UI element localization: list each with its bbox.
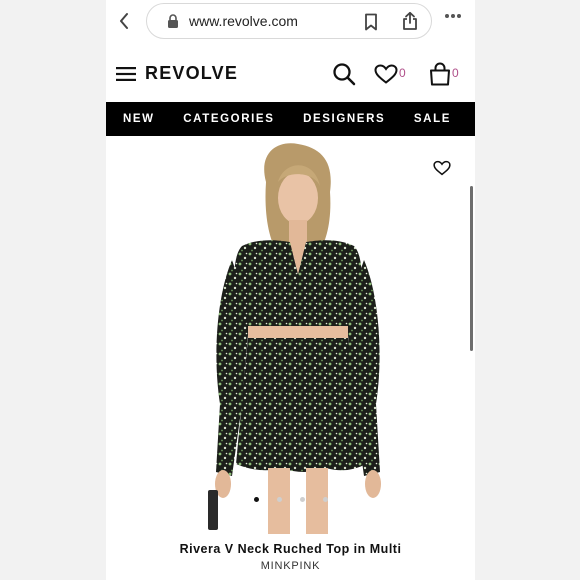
lock-icon <box>168 14 178 28</box>
product-detail: Rivera V Neck Ruched Top in Multi MINKPI… <box>106 136 475 580</box>
carousel-dot[interactable] <box>323 497 328 502</box>
url-text: www.revolve.com <box>189 13 298 29</box>
image-carousel-dots <box>254 497 328 502</box>
wishlist-count: 0 <box>399 66 406 80</box>
bookmark-icon[interactable] <box>363 13 379 31</box>
menu-icon[interactable] <box>116 67 136 81</box>
carousel-dot[interactable] <box>254 497 259 502</box>
product-name: Rivera V Neck Ruched Top in Multi <box>179 542 402 556</box>
page-scrollbar[interactable] <box>470 186 473 351</box>
back-button[interactable] <box>114 10 134 32</box>
bag-count: 0 <box>452 66 459 80</box>
carousel-dot[interactable] <box>277 497 282 502</box>
add-to-wishlist-heart-icon[interactable] <box>433 160 451 176</box>
nav-item-designers[interactable]: DESIGNERS <box>303 113 385 125</box>
chevron-left-icon <box>120 13 128 29</box>
address-bar[interactable]: www.revolve.com <box>146 3 432 39</box>
category-nav: NEW CATEGORIES DESIGNERS SALE <box>106 102 475 136</box>
nav-item-categories[interactable]: CATEGORIES <box>183 113 274 125</box>
share-icon[interactable] <box>401 11 419 31</box>
mobile-browser-screen: www.revolve.com REVOLVE 0 0 NEW CATEGORI… <box>106 0 475 580</box>
shopping-bag-icon[interactable] <box>428 62 452 86</box>
more-options-icon[interactable] <box>444 13 462 19</box>
browser-toolbar: www.revolve.com <box>106 0 475 44</box>
site-logo[interactable]: REVOLVE <box>145 63 238 84</box>
product-image[interactable] <box>198 142 398 534</box>
wishlist-heart-icon[interactable] <box>374 64 398 84</box>
nav-item-sale[interactable]: SALE <box>414 113 451 125</box>
carousel-dot[interactable] <box>300 497 305 502</box>
search-icon[interactable] <box>332 62 356 86</box>
nav-item-new[interactable]: NEW <box>123 113 155 125</box>
site-header: REVOLVE 0 0 <box>106 52 475 98</box>
product-brand[interactable]: MINKPINK <box>106 560 475 572</box>
